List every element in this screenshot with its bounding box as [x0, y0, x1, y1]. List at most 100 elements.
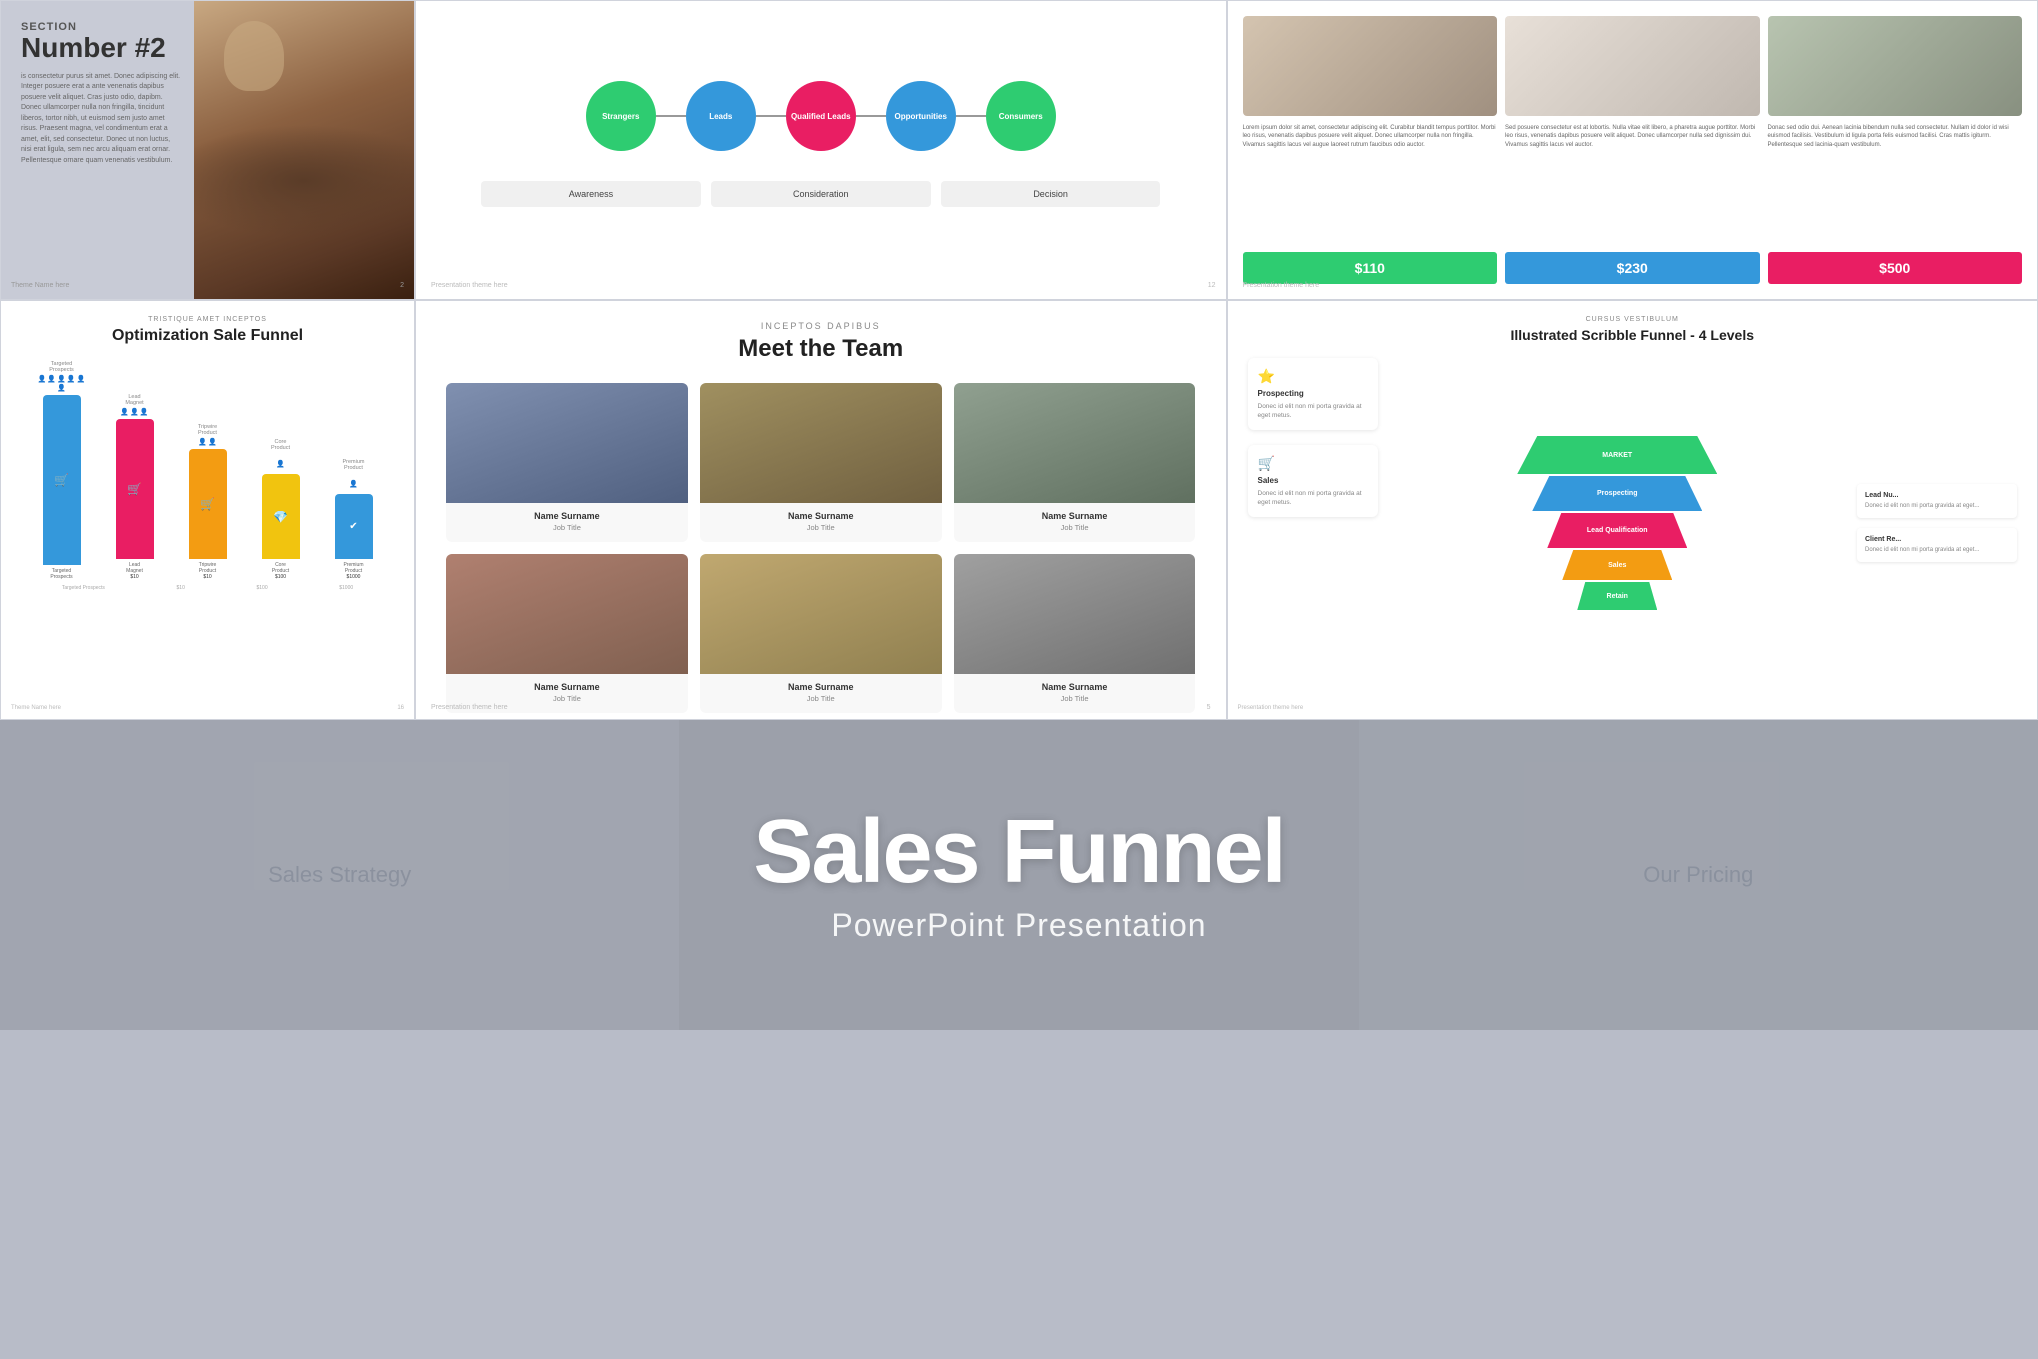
slide1-photo [194, 1, 414, 299]
slide4-label-1000: $1000 [339, 585, 353, 591]
trap-label-lead: Lead Qualification [1587, 527, 1648, 534]
team-job-6: Job Title [1061, 694, 1089, 703]
trap-label-retain: Retain [1607, 593, 1628, 600]
sf-bar-icon-3: 🛒 [200, 497, 215, 511]
slide5-page-number: 5 [1207, 704, 1211, 711]
person-icon: 👤 [38, 375, 47, 383]
team-photo-1 [446, 383, 688, 503]
slide4-title: Optimization Sale Funnel [21, 327, 394, 345]
team-job-3: Job Title [1061, 523, 1089, 532]
pricing-text-1: Lorem ipsum dolor sit amet, consectetur … [1243, 125, 1496, 148]
scribble-funnel-center: MARKET Prospecting Lead Qualification Sa… [1388, 358, 1848, 688]
team-card-6: Name Surname Job Title [954, 554, 1196, 713]
hint-center-space [679, 720, 1358, 1030]
sf-bar-icon-5: ✔ [349, 521, 357, 532]
trap-label-prospecting: Prospecting [1597, 490, 1637, 497]
person-icon: 👤 [349, 481, 358, 488]
team-photo-4 [446, 554, 688, 674]
sf-people-4: 👤 [276, 453, 285, 471]
slide6-footer: Presentation theme here [1238, 705, 1304, 711]
slide6-subtitle: CURSUS VESTIBULUM [1248, 316, 2018, 323]
sf-people-5: 👤 [349, 473, 358, 491]
team-card-1: Name Surname Job Title [446, 383, 688, 542]
person-icon: 👤 [276, 461, 285, 468]
sf-people-3: 👤 👤 [183, 438, 233, 446]
slide-optimization-funnel: TRISTIQUE AMET INCEPTOS Optimization Sal… [0, 300, 415, 720]
slide3-footer: Presentation theme here [1243, 282, 1320, 289]
team-name-1: Name Surname [534, 511, 600, 521]
funnel-label-opportunities: Opportunities [895, 112, 947, 121]
pricing-text-col-3: Donac sed odio dui. Aenean lacinia biben… [1768, 124, 2023, 244]
person-icon: 👤 [120, 408, 129, 416]
sf-label-top-1: TargetedProspects [49, 361, 73, 373]
trap-label-market: MARKET [1602, 452, 1632, 459]
sf-bar-2: 🛒 [116, 419, 154, 559]
pricing-photo-3 [1768, 16, 2023, 116]
sf-people-1: 👤 👤 👤 👤 👤 👤 [37, 375, 87, 392]
funnel-stage-decision: Decision [941, 181, 1161, 207]
funnel-arrow-2 [756, 115, 786, 117]
sf-label-top-5: PremiumProduct [342, 459, 364, 471]
funnel-label-strangers: Strangers [602, 112, 639, 121]
team-photo-5 [700, 554, 942, 674]
slide2-footer: Presentation theme here [431, 282, 508, 289]
slide5-footer: Presentation theme here [431, 704, 508, 711]
bottom-title-overlay: Sales Strategy Our Pricing Sales Funnel … [0, 720, 2038, 1030]
slide4-subtitle: TRISTIQUE AMET INCEPTOS [21, 316, 394, 323]
slide6-title: Illustrated Scribble Funnel - 4 Levels [1248, 327, 2018, 343]
funnel-arrow-1 [656, 115, 686, 117]
slide4-label-100: $100 [257, 585, 268, 591]
slide5-content: INCEPTOS DAPIBUS Meet the Team Name Surn… [416, 301, 1226, 719]
pricing-badge-3: $500 [1768, 252, 2023, 284]
slide3-texts: Lorem ipsum dolor sit amet, consectetur … [1243, 124, 2023, 244]
scribble-card-title-2: Sales [1258, 476, 1368, 485]
slide2-funnel-stages: Awareness Consideration Decision [446, 181, 1196, 207]
sf-price-2: $10 [130, 574, 138, 580]
trap-lead-qualification: Lead Qualification [1547, 513, 1687, 548]
scribble-right-text-1: Donec id elit non mi porta gravida at eg… [1865, 502, 2009, 510]
pricing-photo-2 [1505, 16, 1760, 116]
funnel-circle-leads: Leads [686, 81, 756, 151]
person-icon: 👤 [208, 438, 217, 446]
pricing-badge-2: $230 [1505, 252, 1760, 284]
funnel-label-qualified: Qualified Leads [791, 112, 851, 121]
team-photo-6 [954, 554, 1196, 674]
hint-right-slide: Our Pricing [1359, 720, 2038, 1030]
sf-bar-icon-2: 🛒 [127, 482, 142, 496]
pricing-text-2: Sed posuere consectetur est at lobortis.… [1505, 125, 1755, 148]
team-name-2: Name Surname [788, 511, 854, 521]
scribble-card-prospecting: ⭐ Prospecting Donec id elit non mi porta… [1248, 358, 1378, 430]
slide2-page-number: 12 [1208, 282, 1216, 289]
sf-bar-icon-1: 🛒 [54, 473, 69, 487]
person-icon: 👤 [57, 384, 66, 392]
slide-pricing: Lorem ipsum dolor sit amet, consectetur … [1227, 0, 2038, 300]
sf-name-2: LeadMagnet [126, 562, 143, 574]
person-icon: 👤 [47, 375, 56, 383]
hint-left-label: Sales Strategy [268, 862, 411, 888]
hint-left-slide: Sales Strategy [0, 720, 679, 1030]
trap-sales: Sales [1562, 550, 1672, 580]
slide-funnel-flow: Strangers Leads Qualified Leads Opportun… [415, 0, 1227, 300]
slide-meet-team: INCEPTOS DAPIBUS Meet the Team Name Surn… [415, 300, 1227, 720]
slide1-body-text: is consectetur purus sit amet. Donec adi… [21, 72, 181, 167]
funnel-circle-strangers: Strangers [586, 81, 656, 151]
sf-price-3: $10 [203, 574, 211, 580]
slide4-footer: Theme Name here [11, 705, 61, 711]
team-name-4: Name Surname [534, 682, 600, 692]
sf-step-5: PremiumProduct 👤 ✔ PremiumProduct $1000 [318, 459, 389, 580]
sf-bar-3: 🛒 [189, 449, 227, 559]
bottom-hint-slides: Sales Strategy Our Pricing [0, 720, 2038, 1030]
team-name-3: Name Surname [1042, 511, 1108, 521]
scribble-icon-star: ⭐ [1258, 368, 1368, 385]
team-grid: Name Surname Job Title Name Surname Job … [446, 383, 1196, 713]
scribble-right-card-2: Client Re... Donec id elit non mi porta … [1857, 528, 2017, 562]
pricing-badge-1: $110 [1243, 252, 1498, 284]
funnel-label-consumers: Consumers [999, 112, 1043, 121]
sf-label-top-2: LeadMagnet [125, 394, 143, 406]
slide3-content: Lorem ipsum dolor sit amet, consectetur … [1228, 1, 2038, 299]
person-icon: 👤 [140, 408, 149, 416]
trap-label-sales: Sales [1608, 562, 1626, 569]
scribble-right-panel: Lead Nu... Donec id elit non mi porta gr… [1857, 358, 2017, 688]
sf-bar-5: ✔ [335, 494, 373, 559]
trap-funnel: MARKET Prospecting Lead Qualification Sa… [1517, 436, 1717, 610]
